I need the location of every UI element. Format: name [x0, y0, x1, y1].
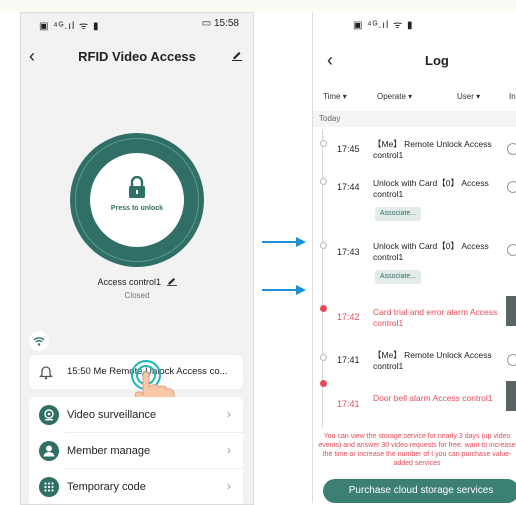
phone-screen-log: ▣ ⁴ᴳ.ıl ᯤ ▮ ‹ Log Time ▾ Operate ▾ User …	[312, 12, 516, 503]
status-icons: ▣ ⁴ᴳ.ıl ᯤ ▮	[353, 20, 414, 31]
log-time: 17:41	[337, 399, 360, 409]
wifi-icon	[33, 337, 45, 346]
chevron-right-icon: ›	[227, 407, 231, 421]
filter-more[interactable]: In	[509, 92, 516, 101]
access-control-name-text: Access control1	[97, 277, 161, 287]
filter-user[interactable]: User ▾	[457, 92, 480, 101]
log-time: 17:42	[337, 312, 360, 322]
unlock-face: Press to unlock	[90, 153, 184, 247]
unlock-button[interactable]: Press to unlock	[70, 133, 204, 267]
divider	[65, 432, 243, 433]
chevron-right-icon: ›	[227, 443, 231, 457]
feature-menu: Video surveillance › Member manage › Tem…	[29, 397, 243, 504]
edit-icon[interactable]	[166, 276, 177, 286]
edit-icon[interactable]	[231, 49, 243, 61]
associate-button[interactable]: Associate...	[375, 270, 421, 284]
battery-icon: ▭	[201, 18, 212, 29]
menu-item-label: Member manage	[67, 445, 151, 457]
arrow-right-icon	[262, 285, 306, 295]
page-title: RFID Video Access	[78, 49, 196, 64]
camera-icon	[39, 405, 59, 425]
timeline-dot	[320, 140, 327, 147]
timeline-dot	[320, 178, 327, 185]
log-time: 17:44	[337, 182, 360, 192]
link-icon[interactable]	[507, 143, 516, 155]
divider	[65, 468, 243, 469]
log-text: Door bell alarm Access control1	[373, 393, 493, 403]
lock-icon	[129, 176, 145, 198]
access-status: Closed	[124, 291, 150, 300]
menu-item-temporary-code[interactable]: Temporary code ›	[29, 471, 243, 504]
person-icon	[39, 441, 59, 461]
arrow-right-icon	[262, 237, 306, 247]
timeline-dot	[320, 354, 327, 361]
menu-item-label: Temporary code	[67, 481, 146, 493]
purchase-cloud-storage-button[interactable]: Purchase cloud storage services	[323, 479, 516, 503]
menu-item-member-manage[interactable]: Member manage ›	[29, 435, 243, 469]
filter-bar: Time ▾ Operate ▾ User ▾ In	[313, 86, 516, 106]
header: ‹ RFID Video Access	[21, 37, 253, 77]
log-time: 17:43	[337, 247, 360, 257]
phone-screen-rfid: ▣ ⁴ᴳ.ıl ᯤ ▮ ▭ 15:58 ‹ RFID Video Access …	[20, 12, 254, 505]
storage-notice: You can view the storage service for nea…	[318, 433, 516, 467]
menu-item-label: Video surveillance	[67, 409, 157, 421]
section-label: Today	[319, 114, 341, 123]
log-time: 17:41	[337, 355, 360, 365]
status-bar: ▣ ⁴ᴳ.ıl ᯤ ▮ ▭ 15:58	[21, 13, 253, 35]
wifi-button[interactable]	[29, 331, 49, 351]
status-clock: ▭ 15:58	[202, 18, 239, 29]
section-header: Today	[313, 111, 516, 127]
timeline-dot	[320, 242, 327, 249]
filter-operate[interactable]: Operate ▾	[377, 92, 412, 101]
status-time: 15:58	[213, 18, 239, 29]
top-strip	[0, 0, 516, 12]
log-text: 【Me】 Remote Unlock Access control1	[373, 139, 492, 160]
log-text: Unlock with Card【0】 Access control1	[373, 178, 489, 199]
status-bar: ▣ ⁴ᴳ.ıl ᯤ ▮	[313, 12, 516, 34]
menu-item-video-surveillance[interactable]: Video surveillance ›	[29, 399, 243, 433]
link-icon[interactable]	[507, 354, 516, 366]
associate-button[interactable]: Associate...	[375, 207, 421, 221]
video-thumbnail[interactable]	[506, 381, 516, 411]
timeline-dot-alarm	[320, 380, 327, 387]
link-icon[interactable]	[507, 244, 516, 256]
keypad-icon	[39, 477, 59, 497]
video-thumbnail[interactable]	[506, 296, 516, 326]
access-control-name: Access control1	[21, 276, 253, 287]
bell-icon	[39, 366, 53, 380]
log-text: Card trial and error alarm Access contro…	[373, 307, 498, 328]
status-icons: ▣ ⁴ᴳ.ıl ᯤ ▮	[39, 21, 100, 32]
chevron-right-icon: ›	[227, 479, 231, 493]
filter-time[interactable]: Time ▾	[323, 92, 347, 101]
page-title: Log	[425, 53, 449, 68]
timeline-dot-alarm	[320, 305, 327, 312]
log-text: 【Me】 Remote Unlock Access control1	[373, 350, 492, 371]
log-text: Unlock with Card【0】 Access control1	[373, 241, 489, 262]
link-icon[interactable]	[507, 181, 516, 193]
log-time: 17:45	[337, 144, 360, 154]
back-arrow-icon[interactable]: ‹	[327, 50, 333, 71]
unlock-label: Press to unlock	[110, 205, 164, 212]
